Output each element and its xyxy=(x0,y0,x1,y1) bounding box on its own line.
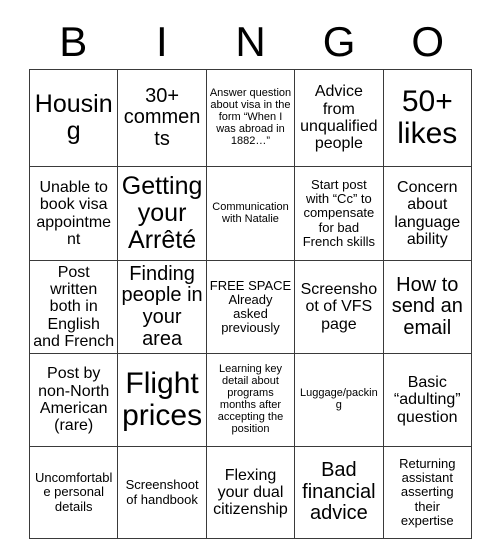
bingo-cell-4-3[interactable]: Bad financial advice xyxy=(294,446,384,539)
bingo-cell-3-2[interactable]: Learning key detail about programs month… xyxy=(205,353,296,447)
header-letter-n: N xyxy=(235,18,266,65)
bingo-cell-1-1[interactable]: Getting your Arrêté xyxy=(117,166,207,261)
header-letter-o: O xyxy=(411,18,444,65)
bingo-cell-1-2[interactable]: Communication with Natalie xyxy=(205,166,296,261)
bingo-cell-3-3[interactable]: Luggage/packing xyxy=(294,353,384,447)
header-letter-g: G xyxy=(322,18,356,65)
bingo-cell-1-3[interactable]: Start post with “Cc” to compensate for b… xyxy=(294,166,384,261)
bingo-grid: Housing 30+ comments Answer question abo… xyxy=(28,69,473,539)
bingo-header: B I N G O xyxy=(29,14,472,69)
bingo-row: Unable to book visa appointment Getting … xyxy=(28,166,473,261)
bingo-cell-4-1[interactable]: Screenshoot of handbook xyxy=(117,446,207,539)
bingo-row: Uncomfortable personal details Screensho… xyxy=(28,446,473,539)
bingo-row: Post by non-North American (rare) Flight… xyxy=(28,353,473,447)
bingo-row: Housing 30+ comments Answer question abo… xyxy=(28,69,473,167)
bingo-cell-4-2[interactable]: Flexing your dual citizenship xyxy=(205,446,296,539)
bingo-cell-0-4[interactable]: 50+ likes xyxy=(382,69,473,167)
bingo-cell-1-4[interactable]: Concern about language ability xyxy=(382,166,473,261)
bingo-cell-0-0[interactable]: Housing xyxy=(28,69,119,167)
bingo-cell-1-0[interactable]: Unable to book visa appointment xyxy=(28,166,119,261)
bingo-cell-2-0[interactable]: Post written both in English and French xyxy=(28,260,119,354)
bingo-cell-free-space[interactable]: FREE SPACE Already asked previously xyxy=(205,260,296,354)
bingo-row: Post written both in English and French … xyxy=(28,260,473,354)
bingo-cell-0-3[interactable]: Advice from unqualified people xyxy=(294,69,384,167)
bingo-cell-3-4[interactable]: Basic “adulting” question xyxy=(382,353,473,447)
bingo-cell-4-0[interactable]: Uncomfortable personal details xyxy=(28,446,119,539)
bingo-cell-4-4[interactable]: Returning assistant asserting their expe… xyxy=(382,446,473,539)
bingo-cell-3-0[interactable]: Post by non-North American (rare) xyxy=(28,353,119,447)
bingo-cell-0-2[interactable]: Answer question about visa in the form “… xyxy=(205,69,296,167)
bingo-cell-2-1[interactable]: Finding people in your area xyxy=(117,260,207,354)
bingo-cell-2-4[interactable]: How to send an email xyxy=(382,260,473,354)
bingo-cell-0-1[interactable]: 30+ comments xyxy=(117,69,207,167)
bingo-cell-2-3[interactable]: Screenshoot of VFS page xyxy=(294,260,384,354)
bingo-cell-3-1[interactable]: Flight prices xyxy=(117,353,207,447)
header-letter-i: I xyxy=(156,18,168,65)
bingo-card: B I N G O Housing 30+ comments Answer qu… xyxy=(0,0,500,544)
header-letter-b: B xyxy=(59,18,88,65)
